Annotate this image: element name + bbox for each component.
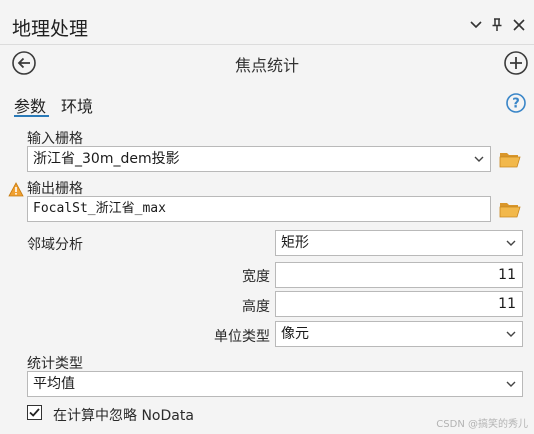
tab-environments[interactable]: 环境 <box>61 93 93 117</box>
tab-parameters[interactable]: 参数 <box>14 93 46 117</box>
tool-title: 焦点统计 <box>234 56 299 75</box>
width-label: 宽度 <box>242 269 270 285</box>
pane-options-button[interactable] <box>466 14 486 36</box>
close-icon <box>513 19 525 31</box>
pane-title: 地理处理 <box>12 18 89 40</box>
chevron-down-icon <box>506 240 516 246</box>
height-label: 高度 <box>242 299 270 315</box>
chevron-down-icon <box>470 21 482 29</box>
auto-hide-button[interactable] <box>487 14 507 36</box>
help-button[interactable]: ? <box>506 93 526 113</box>
warning-icon <box>8 182 24 197</box>
active-tab-indicator <box>14 115 49 117</box>
unit-type-select[interactable]: 像元 <box>275 321 523 347</box>
input-raster-select[interactable]: 浙江省_30m_dem投影 <box>27 146 491 172</box>
ignore-nodata-checkbox[interactable] <box>27 405 42 420</box>
header-divider <box>0 44 534 45</box>
svg-text:?: ? <box>512 97 520 112</box>
height-input[interactable]: 11 <box>275 291 523 317</box>
checkmark-icon <box>29 408 40 417</box>
neighborhood-label: 邻域分析 <box>27 237 83 253</box>
statistics-type-value: 平均值 <box>33 376 75 392</box>
width-value: 11 <box>498 267 516 283</box>
statistics-type-label: 统计类型 <box>27 356 83 372</box>
input-raster-value: 浙江省_30m_dem投影 <box>33 151 180 167</box>
browse-input-button[interactable] <box>499 150 521 168</box>
close-pane-button[interactable] <box>509 14 529 36</box>
neighborhood-value: 矩形 <box>281 235 309 251</box>
height-value: 11 <box>498 296 516 312</box>
watermark: CSDN @搞笑的秀儿 <box>436 419 528 430</box>
browse-output-button[interactable] <box>499 200 521 218</box>
folder-icon <box>499 153 521 168</box>
folder-icon <box>499 203 521 218</box>
output-raster-label: 输出栅格 <box>27 181 83 197</box>
chevron-down-icon <box>506 331 516 337</box>
chevron-down-icon <box>506 381 516 387</box>
output-raster-value: FocalSt_浙江省_max <box>33 201 166 216</box>
unit-type-value: 像元 <box>281 326 309 342</box>
pin-icon <box>492 18 502 31</box>
width-input[interactable]: 11 <box>275 262 523 288</box>
add-button[interactable] <box>503 50 529 76</box>
help-icon: ? <box>506 93 526 113</box>
neighborhood-select[interactable]: 矩形 <box>275 230 523 256</box>
unit-type-label: 单位类型 <box>214 329 270 345</box>
output-raster-input[interactable]: FocalSt_浙江省_max <box>27 196 491 222</box>
chevron-down-icon <box>474 156 484 162</box>
ignore-nodata-label[interactable]: 在计算中忽略 NoData <box>53 405 194 425</box>
plus-circle-icon <box>504 51 528 75</box>
statistics-type-select[interactable]: 平均值 <box>27 371 523 397</box>
input-raster-label: 输入栅格 <box>27 131 83 147</box>
geoprocessing-pane: 地理处理 焦点统计 参数 环境 ? 输入栅格 浙江省_30m_dem投影 输出栅… <box>0 0 534 434</box>
